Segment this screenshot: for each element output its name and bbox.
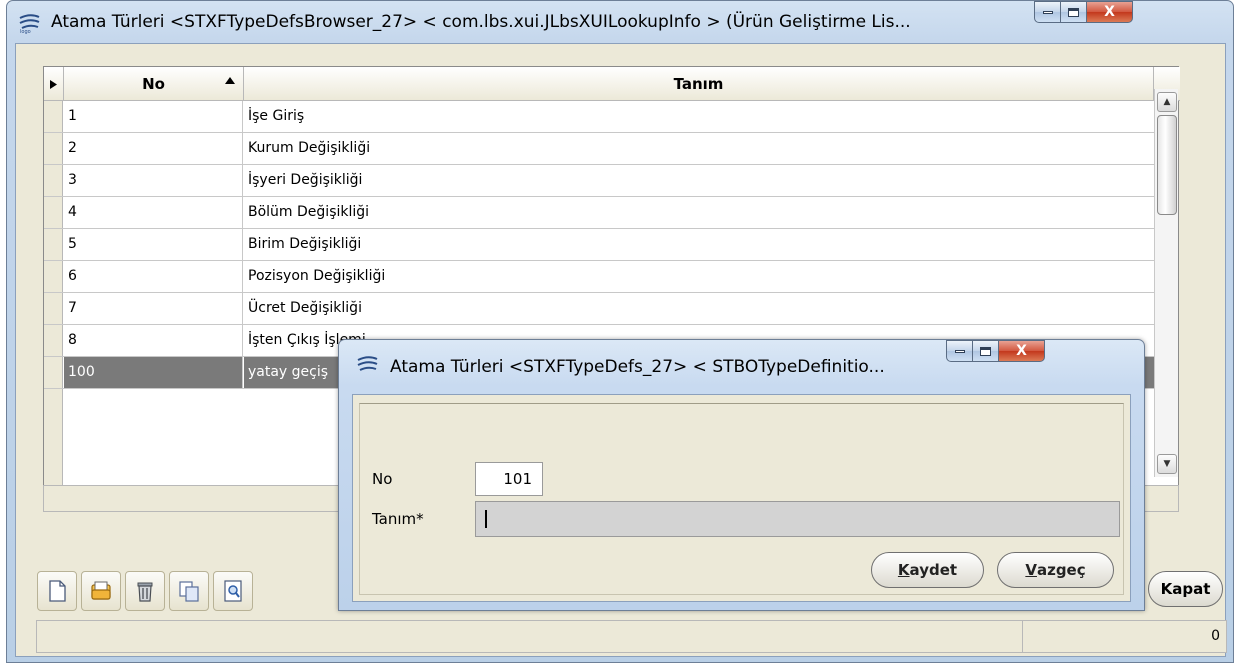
cell-no[interactable]: 5 xyxy=(64,229,243,260)
table-row[interactable]: 7 Ücret Değişikliği xyxy=(44,293,1154,325)
edit-dialog: Atama Türleri <STXFTypeDefs_27> < STBOTy… xyxy=(338,339,1145,611)
dialog-caption-buttons: X xyxy=(946,340,1045,362)
dialog-maximize-button[interactable] xyxy=(973,340,999,362)
open-record-icon xyxy=(91,581,111,600)
close-button[interactable]: X xyxy=(1087,1,1133,23)
dialog-logo-icon xyxy=(355,354,381,376)
view-record-button[interactable] xyxy=(213,571,253,611)
status-bar: 0 xyxy=(36,620,1227,653)
cell-no[interactable]: 7 xyxy=(64,293,243,324)
scroll-thumb[interactable] xyxy=(1157,115,1177,215)
scroll-down-button[interactable]: ▼ xyxy=(1157,454,1177,474)
cell-tanim[interactable]: Bölüm Değişikliği xyxy=(244,197,1154,228)
save-mnemonic: K xyxy=(897,561,910,579)
row-indicator-column xyxy=(44,389,63,486)
row-pointer-icon xyxy=(50,79,57,89)
cell-tanim[interactable]: İşe Giriş xyxy=(244,101,1154,132)
copy-button[interactable] xyxy=(169,571,209,611)
cell-no[interactable]: 1 xyxy=(64,101,243,132)
maximize-button[interactable] xyxy=(1061,1,1087,23)
table-row[interactable]: 6 Pozisyon Değişikliği xyxy=(44,261,1154,293)
table-row[interactable]: 1 İşe Giriş xyxy=(44,101,1154,133)
cell-tanim[interactable]: Pozisyon Değişikliği xyxy=(244,261,1154,292)
view-record-icon xyxy=(224,580,242,602)
cell-no[interactable]: 4 xyxy=(64,197,243,228)
cancel-button[interactable]: Vazgeç xyxy=(997,552,1114,588)
dialog-client-area: No 101 Tanım* Kaydet Vazgeç xyxy=(352,394,1131,602)
column-header-no[interactable]: No xyxy=(64,67,244,101)
table-row[interactable]: 2 Kurum Değişikliği xyxy=(44,133,1154,165)
cell-no[interactable]: 8 xyxy=(64,325,243,356)
cell-tanim[interactable]: Kurum Değişikliği xyxy=(244,133,1154,164)
dialog-form-panel: No 101 Tanım* Kaydet Vazgeç xyxy=(359,403,1124,595)
new-record-icon xyxy=(49,580,66,602)
dialog-title: Atama Türleri <STXFTypeDefs_27> < STBOTy… xyxy=(390,357,885,377)
table-row[interactable]: 4 Bölüm Değişikliği xyxy=(44,197,1154,229)
cell-tanim[interactable]: Birim Değişikliği xyxy=(244,229,1154,260)
cell-tanim[interactable]: Ücret Değişikliği xyxy=(244,293,1154,324)
record-count: 0 xyxy=(1211,628,1220,644)
cell-no[interactable]: 6 xyxy=(64,261,243,292)
maximize-icon xyxy=(980,346,991,356)
sort-ascending-icon xyxy=(225,77,235,84)
delete-icon xyxy=(137,582,153,602)
svg-text:logo: logo xyxy=(20,29,31,34)
close-window-button[interactable]: Kapat xyxy=(1148,571,1223,607)
save-button[interactable]: Kaydet xyxy=(871,552,984,588)
cancel-mnemonic: V xyxy=(1025,561,1037,579)
open-record-button[interactable] xyxy=(81,571,121,611)
cell-no[interactable]: 3 xyxy=(64,165,243,196)
column-header-tanim[interactable]: Tanım xyxy=(244,67,1154,101)
close-window-label: Kapat xyxy=(1160,580,1211,598)
scroll-up-icon: ▲ xyxy=(1163,97,1171,107)
table-row[interactable]: 3 İşyeri Değişikliği xyxy=(44,165,1154,197)
scroll-down-icon: ▼ xyxy=(1163,459,1171,469)
dialog-minimize-button[interactable] xyxy=(946,340,973,362)
maximize-icon xyxy=(1068,7,1079,17)
no-field[interactable]: 101 xyxy=(475,462,543,496)
cell-no[interactable]: 100 xyxy=(64,357,243,388)
cancel-label: azgeç xyxy=(1036,561,1086,579)
cell-no[interactable]: 2 xyxy=(64,133,243,164)
main-caption-buttons: X xyxy=(1034,1,1133,23)
row-indicator-header xyxy=(44,67,64,101)
text-caret xyxy=(485,510,487,528)
column-header-tanim-label: Tanım xyxy=(673,75,724,93)
table-row[interactable]: 5 Birim Değişikliği xyxy=(44,229,1154,261)
scroll-up-button[interactable]: ▲ xyxy=(1157,92,1177,112)
app-logo-icon: logo xyxy=(17,12,43,35)
dialog-close-button[interactable]: X xyxy=(999,340,1045,362)
minimize-button[interactable] xyxy=(1034,1,1061,23)
main-window-title: Atama Türleri <STXFTypeDefsBrowser_27> <… xyxy=(51,12,911,32)
new-record-button[interactable] xyxy=(37,571,77,611)
vertical-scrollbar[interactable]: ▲ ▼ xyxy=(1154,89,1178,477)
close-icon: X xyxy=(1104,4,1115,20)
cell-tanim[interactable]: İşyeri Değişikliği xyxy=(244,165,1154,196)
tanim-field[interactable] xyxy=(475,501,1120,537)
close-icon: X xyxy=(1016,343,1027,359)
minimize-icon xyxy=(1042,10,1053,14)
grid-header: No Tanım xyxy=(44,67,1180,101)
no-label: No xyxy=(372,470,393,488)
column-header-no-label: No xyxy=(142,75,165,93)
tanim-label: Tanım* xyxy=(372,510,424,528)
delete-button[interactable] xyxy=(125,571,165,611)
minimize-icon xyxy=(954,349,965,353)
copy-icon xyxy=(179,581,199,602)
record-toolbar xyxy=(37,571,253,611)
save-label: aydet xyxy=(909,561,958,579)
